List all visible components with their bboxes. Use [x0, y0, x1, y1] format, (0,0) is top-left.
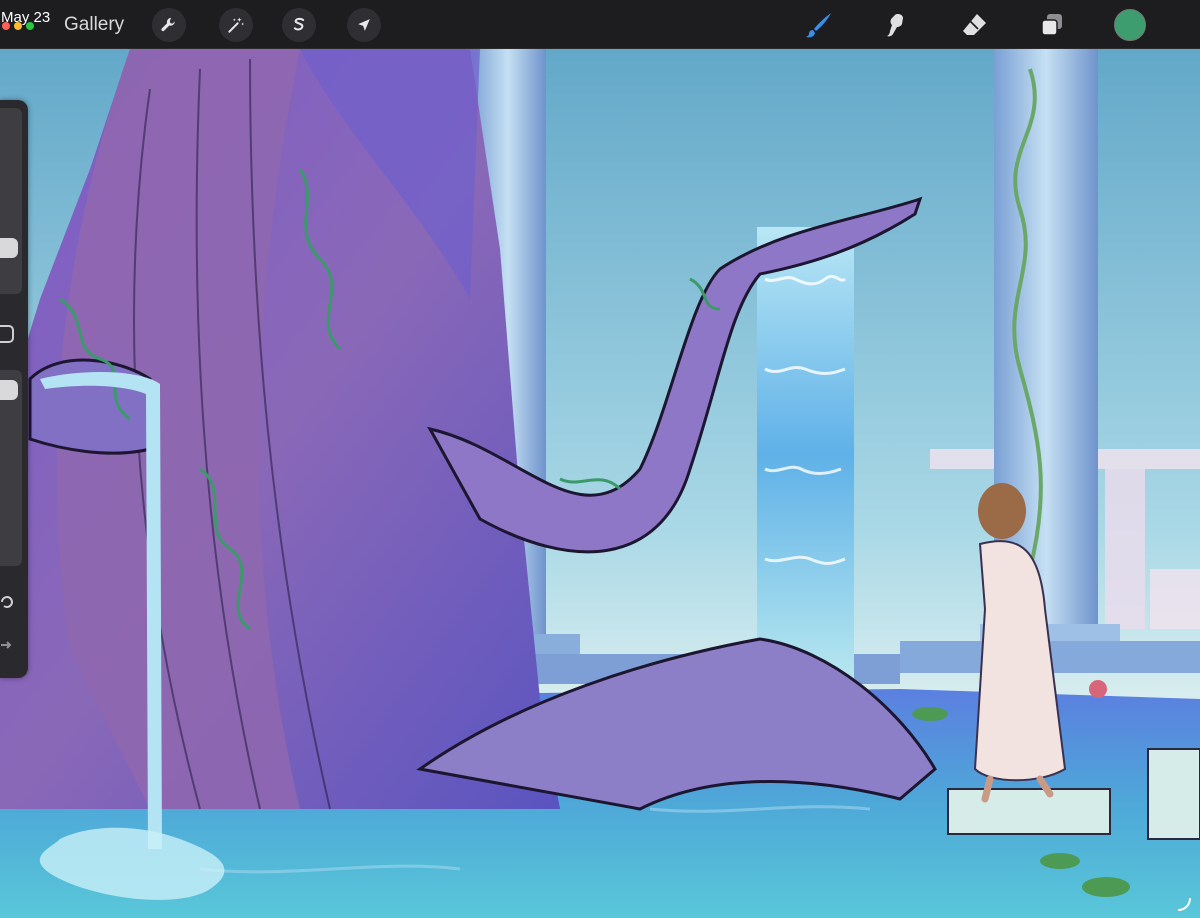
gallery-button[interactable]: Gallery — [64, 14, 124, 36]
move-arrow-icon — [358, 19, 370, 31]
layers-button[interactable] — [1035, 8, 1069, 42]
undo-icon[interactable] — [0, 595, 14, 609]
opacity-slider[interactable] — [0, 370, 22, 566]
color-picker-button[interactable] — [1114, 9, 1146, 41]
actions-button[interactable] — [152, 8, 186, 42]
top-toolbar: May 23 Gallery — [0, 0, 1200, 49]
layers-icon — [1041, 14, 1062, 36]
adjustments-button[interactable] — [219, 8, 253, 42]
transform-button[interactable] — [347, 8, 381, 42]
smudge-icon — [887, 14, 903, 37]
opacity-thumb[interactable] — [0, 380, 18, 400]
artwork-canvas[interactable] — [0, 49, 1200, 918]
brush-size-slider[interactable] — [0, 108, 22, 294]
resize-corner-icon[interactable] — [1176, 896, 1192, 912]
selection-button[interactable] — [282, 8, 316, 42]
modify-button[interactable] — [0, 325, 14, 343]
eraser-icon — [963, 14, 986, 35]
smudge-tool-button[interactable] — [878, 8, 912, 42]
brush-icon — [806, 13, 831, 38]
artwork-illustration — [0, 49, 1200, 918]
brush-tool-button[interactable] — [802, 8, 836, 42]
redo-icon[interactable] — [0, 638, 14, 652]
brush-size-thumb[interactable] — [0, 238, 18, 258]
wrench-icon — [161, 17, 175, 32]
brush-sidebar — [0, 100, 28, 678]
central-waterfall — [757, 227, 854, 682]
eraser-tool-button[interactable] — [957, 8, 991, 42]
selection-s-icon — [293, 17, 305, 31]
magic-wand-icon — [228, 17, 245, 33]
status-date: May 23 — [1, 9, 51, 26]
